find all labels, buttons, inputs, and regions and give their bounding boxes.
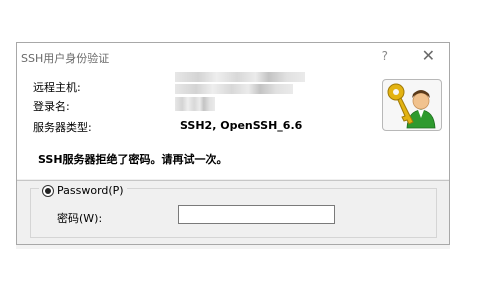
- password-input[interactable]: [178, 205, 335, 224]
- remote-host-value-redacted-2: [175, 84, 293, 94]
- password-radio[interactable]: [42, 184, 54, 197]
- password-radio-label: Password(P): [57, 184, 124, 197]
- title-bar: SSH用户身份验证 ? ✕: [17, 43, 449, 71]
- radio-selected-dot: [45, 187, 51, 194]
- remote-host-label: 远程主机:: [33, 81, 81, 94]
- ssh-auth-dialog: SSH用户身份验证 ? ✕ 远程主机: 登录名: 服务器类型: SSH2, Op…: [16, 42, 450, 245]
- login-name-label: 登录名:: [33, 100, 70, 113]
- remote-host-value-redacted: [175, 72, 305, 82]
- server-type-value: SSH2, OpenSSH_6.6: [180, 119, 303, 132]
- separator: [17, 180, 449, 181]
- password-label: 密码(W):: [57, 212, 103, 225]
- bottom-strip: [16, 245, 450, 249]
- error-message: SSH服务器拒绝了密码。请再试一次。: [38, 153, 228, 166]
- password-radio-option[interactable]: Password(P): [39, 184, 127, 197]
- close-button[interactable]: ✕: [422, 46, 435, 65]
- help-button[interactable]: ?: [382, 49, 388, 63]
- dialog-title: SSH用户身份验证: [21, 52, 110, 65]
- login-name-value-redacted: [175, 97, 215, 111]
- server-type-label: 服务器类型:: [33, 121, 92, 134]
- user-key-icon: [382, 79, 442, 131]
